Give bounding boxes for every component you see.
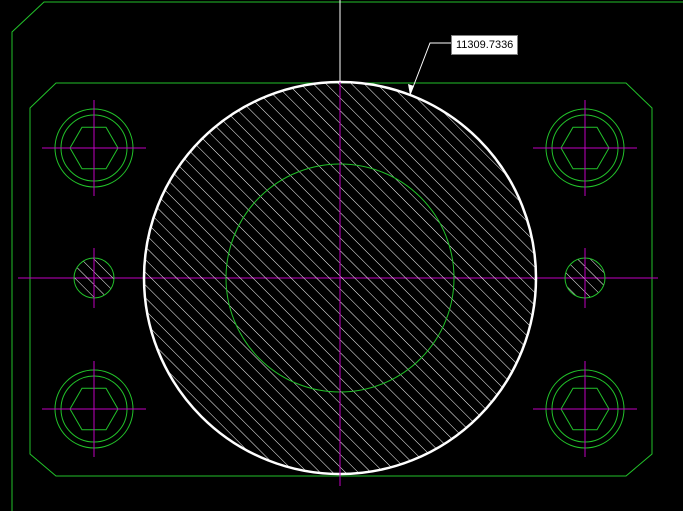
- tooltip-leader: [409, 42, 451, 96]
- bolt-hole[interactable]: [533, 100, 637, 196]
- bolt-hole[interactable]: [42, 100, 146, 196]
- area-tooltip: 11309.7336: [451, 35, 519, 55]
- dowel-hole[interactable]: [564, 248, 606, 308]
- bolt-hole[interactable]: [533, 361, 637, 457]
- cad-drawing-viewport[interactable]: [0, 0, 683, 511]
- bolt-hole[interactable]: [42, 361, 146, 457]
- dowel-hole[interactable]: [73, 248, 115, 308]
